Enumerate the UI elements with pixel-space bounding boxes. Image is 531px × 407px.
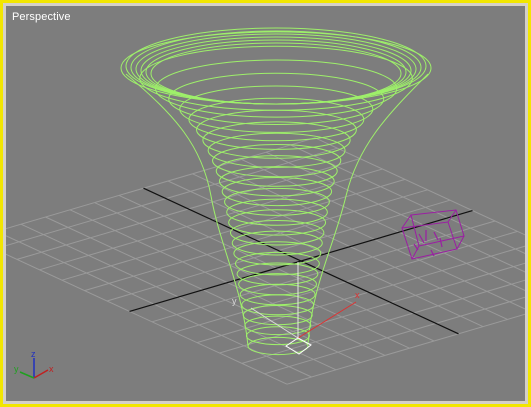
viewport-label[interactable]: Perspective xyxy=(12,11,71,23)
spiral-ring xyxy=(196,109,357,150)
box-edge xyxy=(411,245,420,260)
grid-line xyxy=(265,151,525,273)
gizmo-x-label: x xyxy=(355,290,360,300)
spiral-ring xyxy=(247,336,309,356)
spiral-ring xyxy=(218,166,335,197)
tripod-x-axis xyxy=(33,369,49,379)
wire-box[interactable] xyxy=(401,209,465,260)
perspective-viewport[interactable]: Perspective x y z x y xyxy=(0,0,531,407)
spiral-ring xyxy=(155,59,398,118)
gizmo-y-label: y xyxy=(232,296,237,306)
spiral-funnel[interactable] xyxy=(120,27,432,356)
grid-line xyxy=(314,137,525,236)
spiral-ring xyxy=(179,85,374,133)
pivot-marker xyxy=(285,337,312,355)
home-grid xyxy=(6,137,525,385)
tripod-x-label: x xyxy=(49,364,54,374)
grid-line xyxy=(6,147,338,247)
box-helper-tick xyxy=(413,243,419,251)
tripod-y-label: y xyxy=(14,364,19,374)
spiral-ring xyxy=(188,97,365,142)
grid-line xyxy=(241,279,525,364)
viewport-canvas[interactable]: Perspective x y z x y xyxy=(6,6,525,401)
scene-svg[interactable]: x y z x y xyxy=(6,6,525,401)
spiral-ring xyxy=(202,121,351,159)
tripod-z-label: z xyxy=(31,349,36,359)
tripod-y-axis xyxy=(19,371,35,379)
axis-tripod: z x y xyxy=(14,349,54,379)
box-helper-tick xyxy=(439,237,443,248)
spiral-ring xyxy=(139,45,413,111)
spiral-ring xyxy=(221,177,333,207)
